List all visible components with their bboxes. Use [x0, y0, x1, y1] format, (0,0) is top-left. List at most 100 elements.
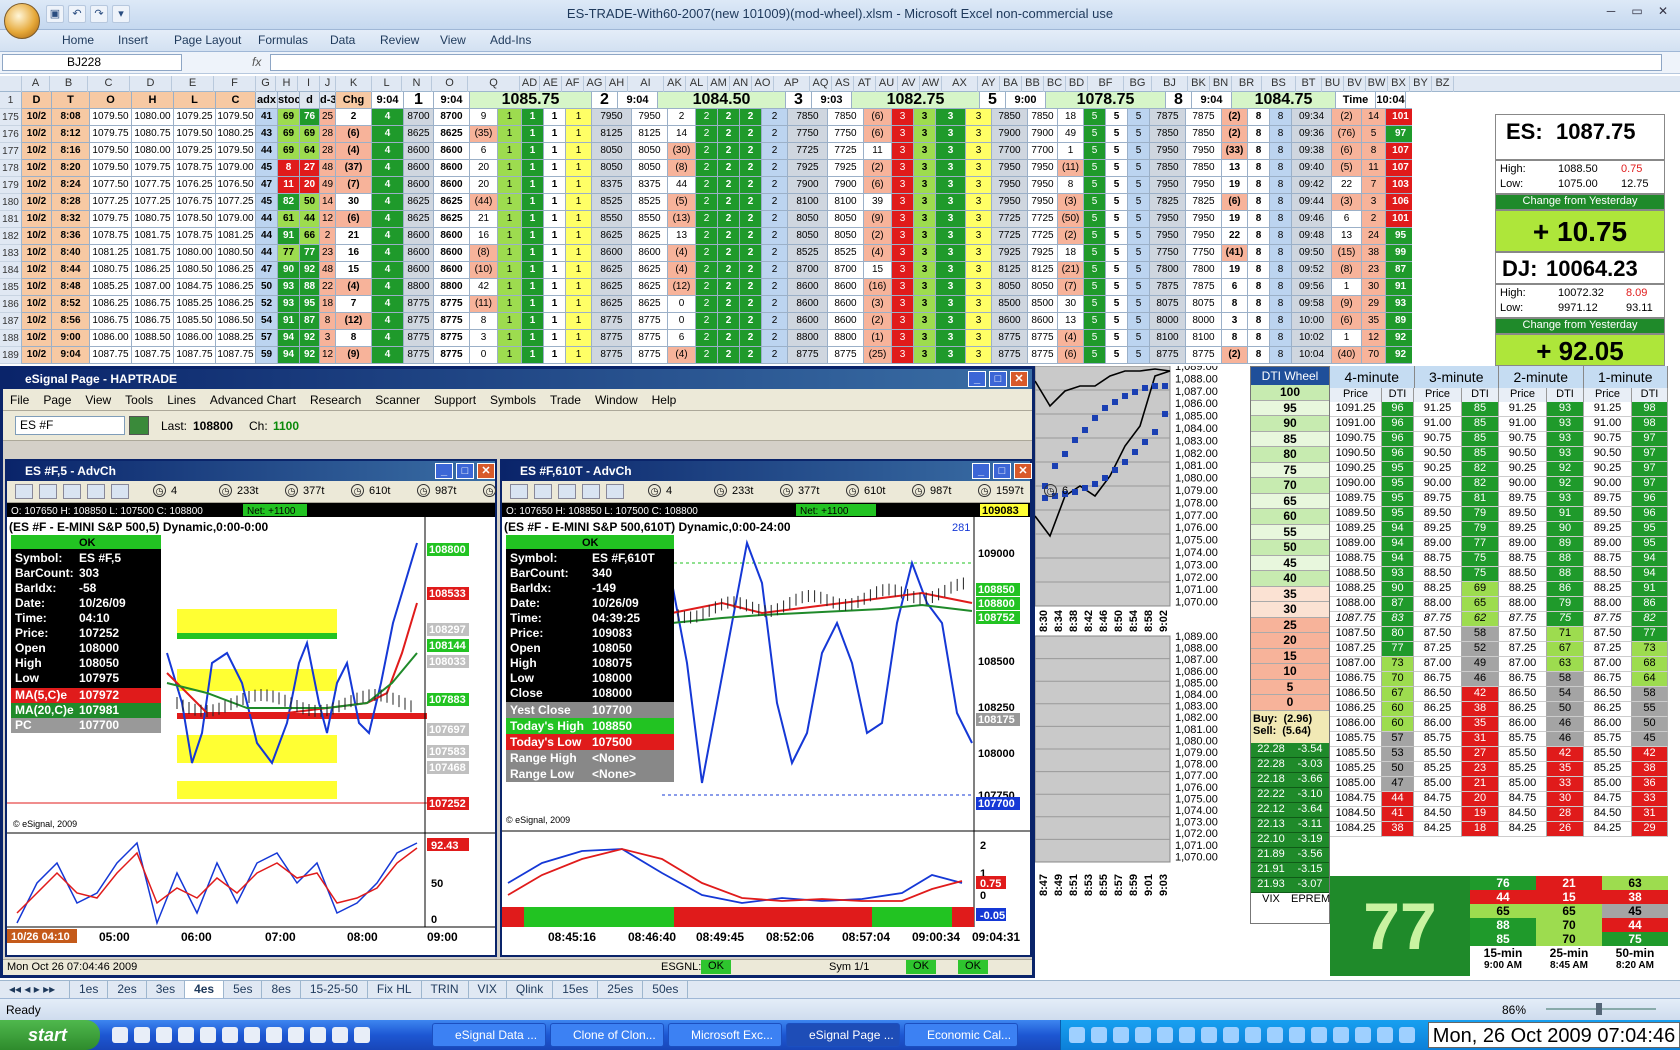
grid-cell[interactable]: (12) — [336, 313, 372, 330]
grid-cell[interactable]: 1077.50 — [90, 177, 132, 194]
grid-cell[interactable]: 8:44 — [52, 262, 90, 279]
grid-cell[interactable]: 8625 — [592, 262, 632, 279]
grid-cell[interactable]: 1 — [498, 313, 522, 330]
grid-cell[interactable]: 8 — [1270, 228, 1292, 245]
grid-cell[interactable]: 8 — [1222, 330, 1248, 347]
grid-cell[interactable]: 5 — [1084, 211, 1106, 228]
grid-cell[interactable]: 8775 — [1028, 347, 1058, 364]
grid-cell[interactable]: 1077.25 — [90, 194, 132, 211]
chart-tool-icon[interactable] — [111, 484, 129, 499]
grid-cell[interactable]: 2 — [718, 160, 740, 177]
grid-cell[interactable]: 7725 — [992, 228, 1028, 245]
grid-cell[interactable]: 3 — [966, 126, 992, 143]
grid-cell[interactable]: 13 — [668, 228, 696, 245]
table-row[interactable]: 10/2 8:16 1079.50 1080.00 1079.25 1079.50 44 69… — [22, 143, 1412, 160]
grid-cell[interactable]: 5 — [1084, 296, 1106, 313]
select-all-corner[interactable] — [0, 76, 22, 92]
grid-cell[interactable]: 8 — [1270, 279, 1292, 296]
spreadsheet-grid[interactable]: D T O H L Cadx stoc d d-3 Chg 9:04 1 9:04 1085.75 2 9:0… — [22, 92, 1412, 364]
header-cell[interactable]: D — [22, 92, 52, 109]
grid-cell[interactable]: 3 — [892, 143, 914, 160]
grid-cell[interactable]: 7850 — [1150, 160, 1186, 177]
grid-cell[interactable]: 1 — [544, 347, 566, 364]
grid-cell[interactable]: 1 — [566, 347, 592, 364]
grid-cell[interactable]: 3 — [966, 177, 992, 194]
grid-cell[interactable]: 8 — [1248, 160, 1270, 177]
tray-icon[interactable] — [1399, 1027, 1415, 1043]
grid-cell[interactable]: 1 — [498, 160, 522, 177]
chart1-maximize-button[interactable]: □ — [456, 463, 474, 479]
grid-cell[interactable]: 5 — [1106, 313, 1128, 330]
grid-cell[interactable]: 8700 — [434, 109, 470, 126]
grid-cell[interactable]: 1079.50 — [90, 160, 132, 177]
grid-cell[interactable]: 1079.75 — [132, 160, 174, 177]
grid-cell[interactable]: 50 — [300, 194, 320, 211]
grid-cell[interactable]: 8625 — [404, 126, 434, 143]
grid-cell[interactable]: 1 — [544, 211, 566, 228]
grid-cell[interactable]: 30 — [336, 194, 372, 211]
grid-cell[interactable]: 1 — [544, 245, 566, 262]
grid-cell[interactable]: 1 — [498, 126, 522, 143]
tray-icon[interactable] — [1311, 1027, 1327, 1043]
grid-cell[interactable]: (7) — [1058, 279, 1084, 296]
row-number[interactable]: 175 — [0, 109, 21, 126]
grid-cell[interactable]: 14 — [320, 194, 336, 211]
column-header[interactable]: F — [214, 76, 256, 92]
grid-cell[interactable]: 8600 — [434, 143, 470, 160]
grid-cell[interactable]: 3 — [1362, 194, 1386, 211]
grid-cell[interactable]: 2 — [762, 143, 788, 160]
grid-cell[interactable]: 13 — [1332, 228, 1362, 245]
grid-cell[interactable]: 7850 — [1186, 126, 1222, 143]
grid-cell[interactable]: 3 — [936, 177, 966, 194]
grid-cell[interactable]: 3 — [914, 177, 936, 194]
grid-cell[interactable]: 1079.50 — [90, 109, 132, 126]
grid-cell[interactable]: 7725 — [1028, 228, 1058, 245]
table-row[interactable]: 10/2 8:24 1077.50 1077.75 1076.25 1076.50 47 11… — [22, 177, 1412, 194]
grid-cell[interactable]: 2 — [740, 143, 762, 160]
grid-cell[interactable]: 8 — [1248, 262, 1270, 279]
sheet-tab[interactable]: 15-25-50 — [301, 981, 368, 998]
column-header[interactable]: BK — [1188, 76, 1210, 92]
grid-cell[interactable]: 8 — [1248, 347, 1270, 364]
grid-cell[interactable]: 94 — [278, 347, 300, 364]
grid-cell[interactable]: 1087.75 — [90, 347, 132, 364]
grid-cell[interactable]: 7750 — [1150, 245, 1186, 262]
grid-cell[interactable]: 18 — [320, 296, 336, 313]
chart2-maximize-button[interactable]: □ — [993, 463, 1011, 479]
quick-launch-icon[interactable] — [178, 1027, 194, 1043]
grid-cell[interactable]: 3 — [914, 313, 936, 330]
grid-cell[interactable]: 1079.50 — [216, 143, 256, 160]
esignal-minimize-button[interactable]: _ — [968, 371, 986, 387]
grid-cell[interactable]: 5 — [1128, 109, 1150, 126]
chart-window-610t[interactable]: ES #F,610T - AdvCh _ □ ✕ ◷ 4 ◷ 233t ◷ 377t ◷ 61… — [500, 459, 1068, 957]
grid-cell[interactable]: 10/2 — [22, 313, 52, 330]
grid-cell[interactable]: 8775 — [434, 347, 470, 364]
grid-cell[interactable]: 7700 — [1028, 143, 1058, 160]
grid-cell[interactable]: 1078.75 — [174, 160, 216, 177]
grid-cell[interactable]: 8 — [1270, 143, 1292, 160]
grid-cell[interactable]: 8600 — [788, 279, 828, 296]
grid-cell[interactable]: 7875 — [1150, 279, 1186, 296]
grid-cell[interactable]: 8775 — [404, 296, 434, 313]
sheet-tab[interactable]: 4es — [185, 981, 225, 998]
esignal-menu-item[interactable]: Symbols — [483, 389, 543, 410]
grid-cell[interactable]: 7850 — [788, 109, 828, 126]
grid-cell[interactable]: 2 — [718, 194, 740, 211]
tray-icon[interactable] — [1355, 1027, 1371, 1043]
grid-cell[interactable]: 5 — [1106, 177, 1128, 194]
quick-launch-icon[interactable] — [332, 1027, 348, 1043]
grid-cell[interactable]: 44 — [256, 143, 278, 160]
grid-cell[interactable]: 76 — [300, 109, 320, 126]
grid-cell[interactable]: 1077.25 — [132, 194, 174, 211]
table-row[interactable]: 10/2 8:20 1079.50 1079.75 1078.75 1079.00 45 8 2… — [22, 160, 1412, 177]
esignal-close-button[interactable]: ✕ — [1010, 371, 1028, 387]
grid-cell[interactable]: 1 — [1332, 279, 1362, 296]
grid-cell[interactable]: 8600 — [632, 245, 668, 262]
grid-cell[interactable]: 5 — [1084, 177, 1106, 194]
table-row[interactable]: 10/2 8:12 1079.75 1080.75 1079.50 1080.25 43 69… — [22, 126, 1412, 143]
grid-cell[interactable]: 3 — [966, 143, 992, 160]
grid-cell[interactable]: 61 — [278, 211, 300, 228]
grid-cell[interactable]: 87 — [300, 313, 320, 330]
grid-cell[interactable]: 5 — [1106, 211, 1128, 228]
chart-tool-icon[interactable] — [63, 484, 81, 499]
